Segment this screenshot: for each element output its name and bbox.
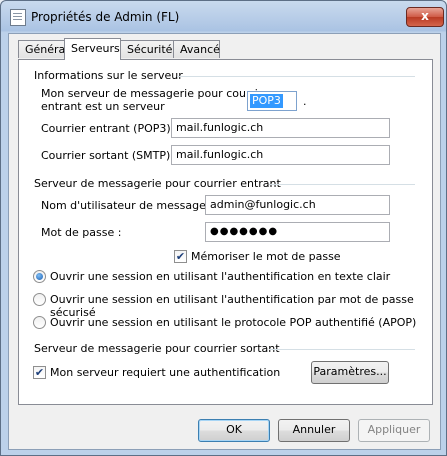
tab-general[interactable]: Général	[18, 40, 68, 58]
outgoing-server-title: Serveur de messagerie pour courrier sort…	[34, 342, 280, 355]
cancel-button[interactable]: Annuler	[278, 419, 350, 442]
username-label: Nom d'utilisateur de messagerie :	[41, 199, 228, 212]
server-info-title: Informations sur le serveur	[34, 69, 183, 82]
auth-apop-label: Ouvrir une session en utilisant le proto…	[50, 316, 417, 329]
incoming-server-type-select[interactable]: POP3	[247, 91, 297, 111]
auth-cleartext-label: Ouvrir une session en utilisant l'authen…	[50, 270, 391, 283]
incoming-server-field[interactable]: mail.funlogic.ch	[171, 118, 390, 138]
outgoing-server-label: Courrier sortant (SMTP) :	[41, 149, 178, 162]
incoming-type-label-line2: entrant est un serveur	[41, 100, 165, 113]
password-label: Mot de passe :	[41, 226, 122, 239]
password-field[interactable]: ●●●●●●●	[205, 222, 390, 242]
outgoing-server-field[interactable]: mail.funlogic.ch	[171, 145, 390, 165]
group-divider	[269, 349, 415, 350]
window-title: Propriétés de Admin (FL)	[31, 10, 180, 24]
auth-spa-radio[interactable]	[33, 293, 46, 306]
tab-panel-serveurs: Informations sur le serveur Mon serveur …	[18, 59, 433, 405]
incoming-server-type-value: POP3	[250, 94, 283, 108]
account-properties-icon	[10, 9, 26, 26]
requires-auth-label: Mon serveur requiert une authentificatio…	[50, 366, 281, 379]
remember-password-label: Mémoriser le mot de passe	[191, 250, 341, 263]
requires-auth-checkbox[interactable]: ✔	[33, 366, 46, 379]
incoming-server-label: Courrier entrant (POP3) :	[41, 122, 178, 135]
auth-cleartext-radio[interactable]	[33, 270, 46, 283]
remember-password-checkbox[interactable]: ✔	[174, 250, 187, 263]
tab-avance[interactable]: Avancé	[173, 40, 220, 58]
title-bar[interactable]: Propriétés de Admin (FL) x	[1, 1, 446, 33]
close-button[interactable]: x	[406, 7, 444, 27]
tab-securite[interactable]: Sécurité	[120, 40, 174, 58]
apply-button[interactable]: Appliquer	[358, 419, 430, 442]
properties-dialog: Propriétés de Admin (FL) x Général Serve…	[0, 0, 447, 456]
incoming-type-label-line1: Mon serveur de messagerie pour courrier	[41, 87, 270, 100]
incoming-server-title: Serveur de messagerie pour courrier entr…	[34, 177, 281, 190]
ok-button[interactable]: OK	[198, 419, 270, 442]
incoming-type-suffix: .	[303, 95, 307, 108]
group-divider	[269, 184, 415, 185]
group-divider	[177, 76, 415, 77]
auth-apop-radio[interactable]	[33, 316, 46, 329]
tab-serveurs[interactable]: Serveurs	[64, 38, 121, 60]
dialog-body: Général Serveurs Sécurité Avancé Informa…	[8, 33, 441, 450]
username-field[interactable]: admin@funlogic.ch	[205, 195, 390, 215]
settings-button[interactable]: Paramètres...	[311, 361, 389, 384]
